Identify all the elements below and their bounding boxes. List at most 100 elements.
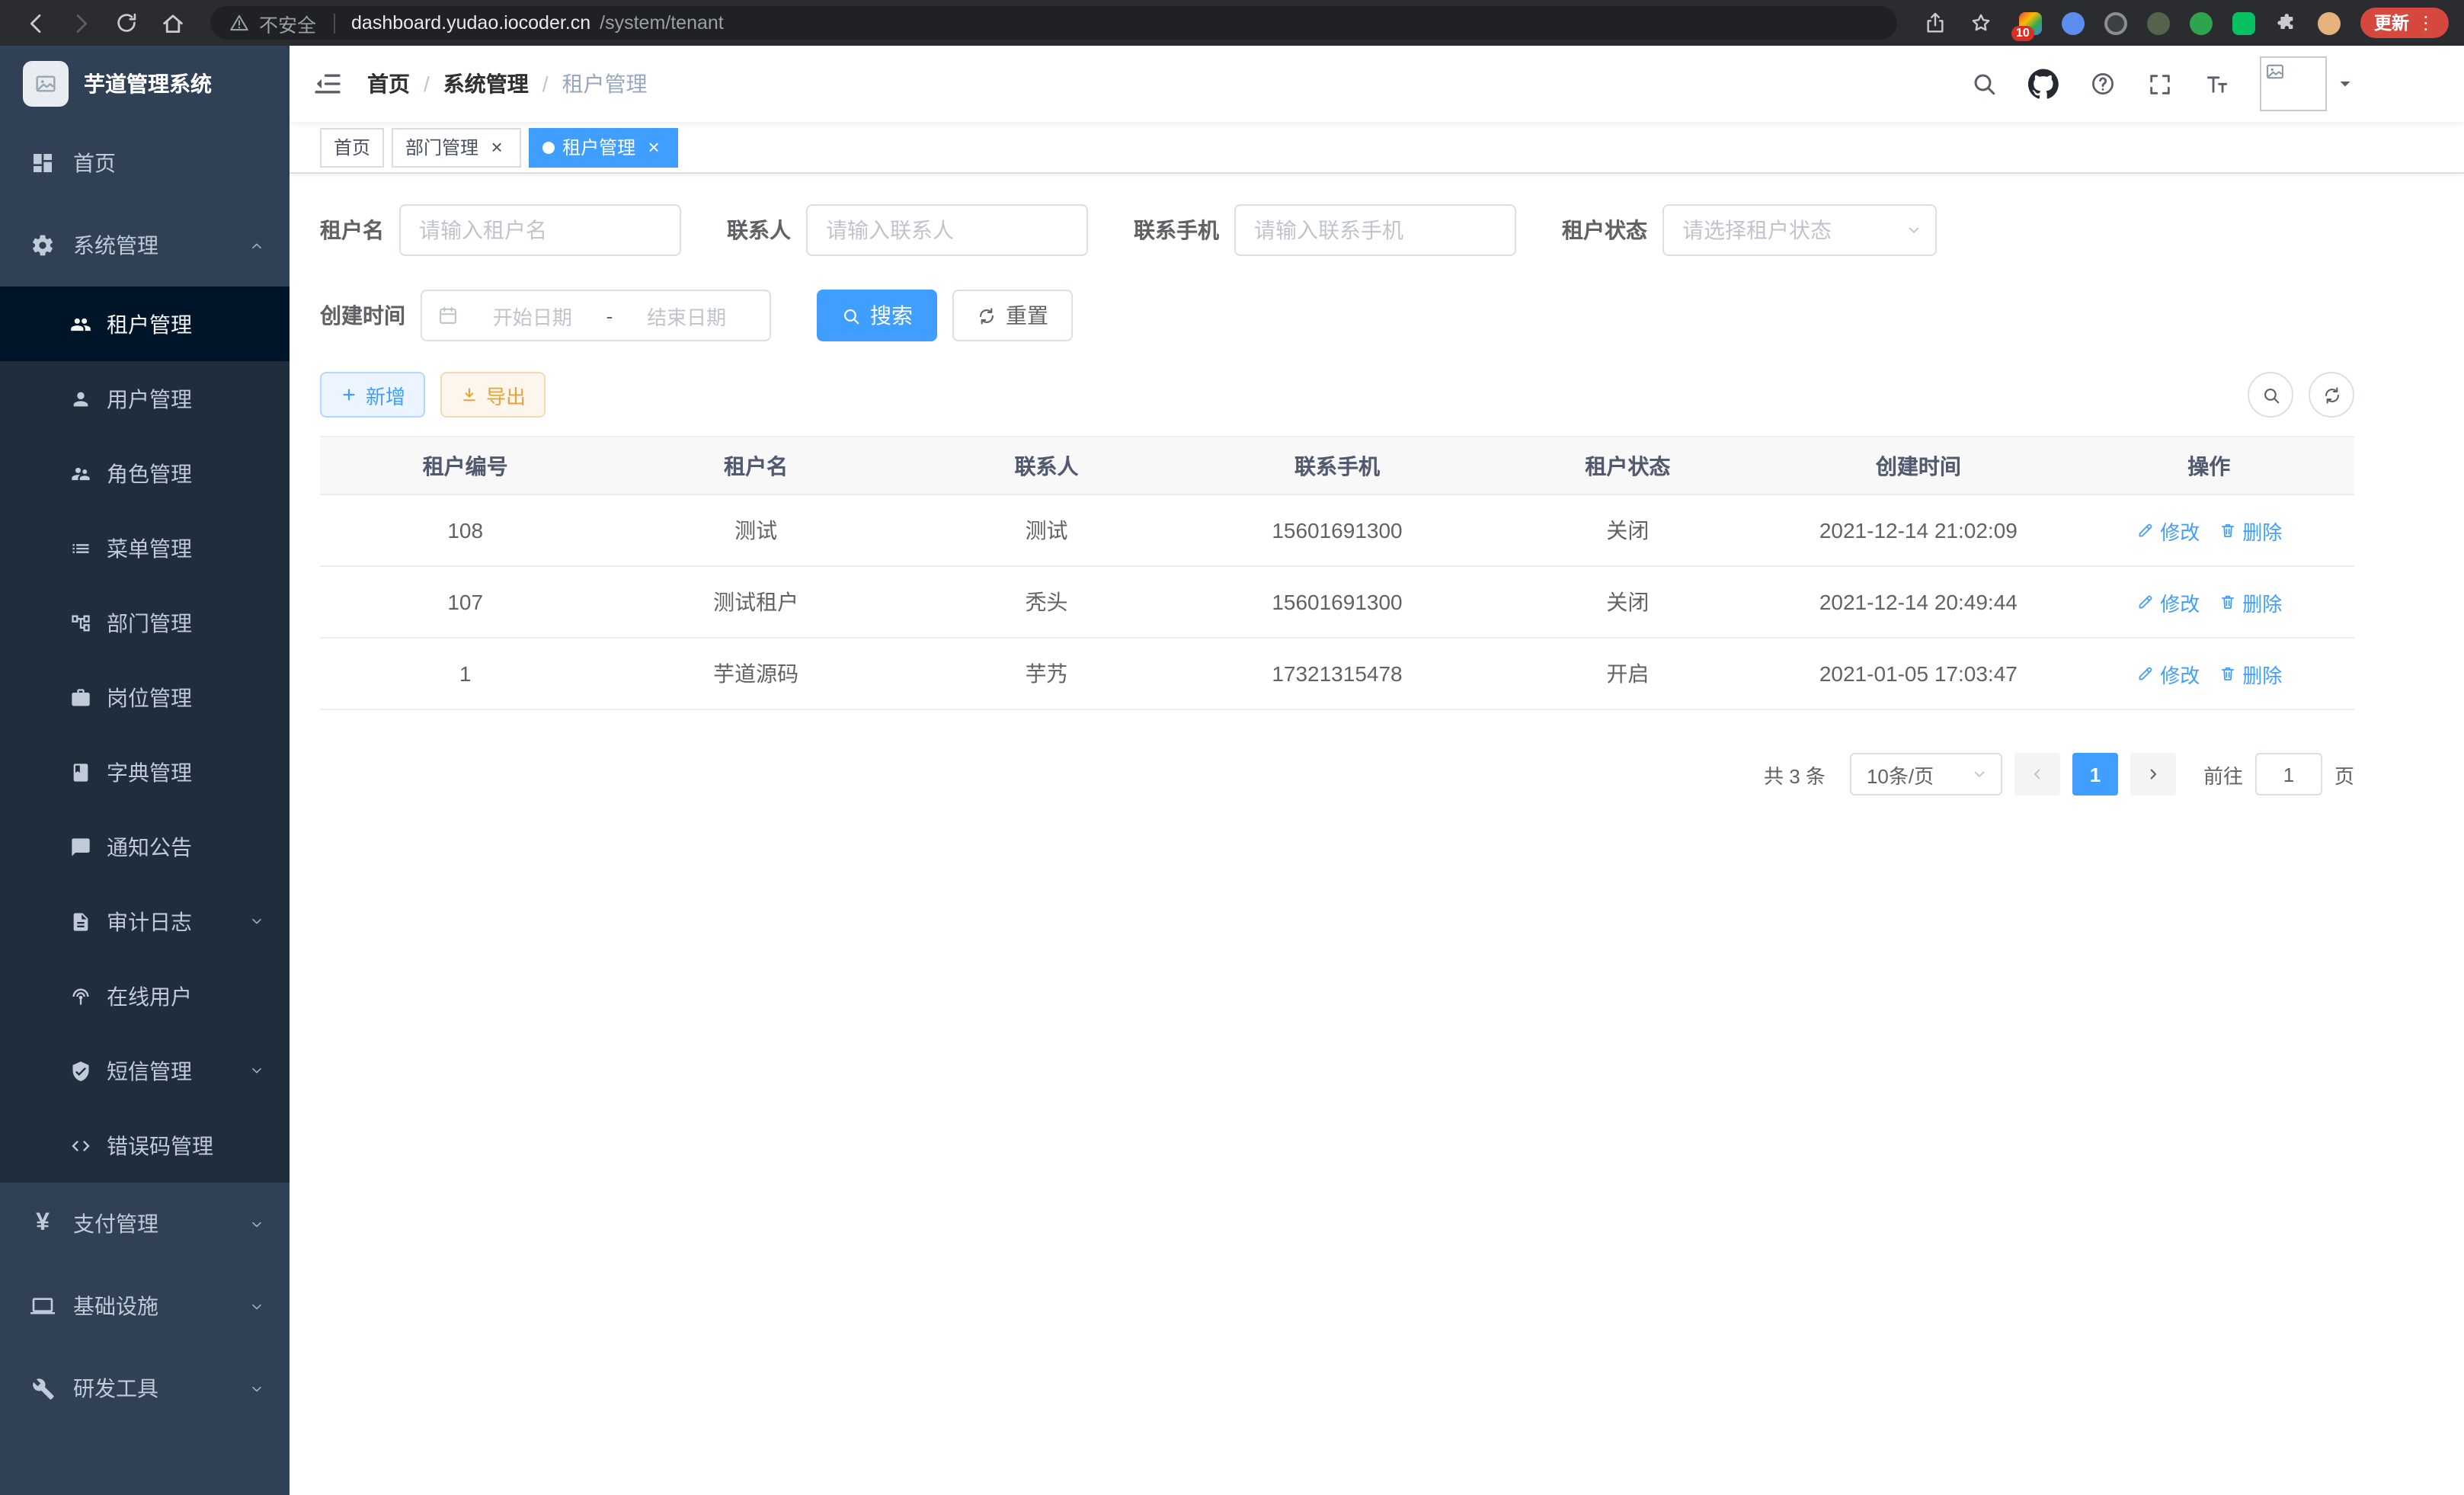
sidebar-item-error-code[interactable]: 错误码管理 [0, 1108, 290, 1183]
sidebar-item-system[interactable]: 系统管理 [0, 204, 290, 287]
share-button[interactable] [1915, 5, 1955, 41]
date-range-picker[interactable]: 开始日期 - 结束日期 [421, 290, 771, 341]
tenant-created: 2021-12-14 20:49:44 [1773, 567, 2063, 637]
profile-avatar-icon[interactable] [2315, 9, 2342, 37]
delete-link[interactable]: 删除 [2218, 587, 2282, 616]
sidebar-item-role[interactable]: 角色管理 [0, 436, 290, 511]
help-icon[interactable] [2089, 70, 2117, 98]
delete-link[interactable]: 删除 [2218, 516, 2282, 545]
extension-olive-icon[interactable] [2144, 9, 2171, 37]
app-logo[interactable]: 芋道管理系统 [0, 46, 290, 122]
trash-icon [2218, 593, 2236, 611]
tenant-contact: 测试 [901, 495, 1192, 565]
book-icon [70, 761, 91, 783]
sidebar-item-payment[interactable]: ¥ 支付管理 [0, 1183, 290, 1265]
sidebar-item-label: 字典管理 [107, 757, 192, 787]
edit-link[interactable]: 修改 [2136, 516, 2200, 545]
page-size-select[interactable]: 10条/页 [1850, 753, 2002, 796]
sidebar-item-label: 研发工具 [73, 1373, 158, 1404]
sidebar-item-online-users[interactable]: 在线用户 [0, 959, 290, 1033]
breadcrumb-home[interactable]: 首页 [367, 69, 410, 99]
sidebar-item-sms[interactable]: 短信管理 [0, 1033, 290, 1108]
logo-image [23, 61, 69, 107]
sidebar-item-user[interactable]: 用户管理 [0, 361, 290, 436]
browser-toolbar: 不安全 dashboard.yudao.iocoder.cn/system/te… [0, 0, 2464, 46]
back-button[interactable] [15, 5, 55, 41]
sidebar-item-infra[interactable]: 基础设施 [0, 1265, 290, 1347]
table-header-row: 租户编号 租户名 联系人 联系手机 租户状态 创建时间 操作 [320, 437, 2354, 495]
sidebar-item-menu[interactable]: 菜单管理 [0, 511, 290, 585]
extension-blue-icon[interactable] [2059, 9, 2086, 37]
tenant-name: 测试 [610, 495, 901, 565]
tenant-status: 开启 [1483, 639, 1773, 709]
header-search-icon[interactable] [1970, 70, 1998, 98]
sidebar-item-dict[interactable]: 字典管理 [0, 735, 290, 809]
sidebar-item-audit-log[interactable]: 审计日志 [0, 884, 290, 959]
next-page-button[interactable] [2130, 753, 2176, 796]
row-actions: 修改 删除 [2064, 567, 2354, 637]
mobile-input[interactable] [1234, 204, 1516, 256]
sidebar-item-tenant[interactable]: 租户管理 [0, 287, 290, 361]
user-avatar-dropdown[interactable] [2260, 56, 2354, 111]
row-actions: 修改 删除 [2064, 495, 2354, 565]
select-placeholder: 请选择租户状态 [1682, 215, 1832, 245]
tags-view: 首页 部门管理 × 租户管理 × [290, 122, 2464, 174]
font-size-icon[interactable] [2203, 71, 2229, 97]
edit-label: 修改 [2160, 659, 2200, 688]
kebab-menu-icon: ⋮ [2417, 12, 2435, 34]
close-icon[interactable]: × [486, 136, 507, 158]
dashboard-icon [30, 151, 55, 175]
refresh-table-button[interactable] [2309, 372, 2354, 418]
sidebar-item-post[interactable]: 岗位管理 [0, 660, 290, 735]
sidebar-item-dept[interactable]: 部门管理 [0, 585, 290, 660]
add-button[interactable]: 新增 [320, 372, 425, 418]
tag-dept[interactable]: 部门管理 × [392, 127, 521, 167]
prev-page-button[interactable] [2014, 753, 2060, 796]
close-icon[interactable]: × [643, 136, 664, 158]
breadcrumb-separator: / [424, 72, 430, 96]
delete-link[interactable]: 删除 [2218, 659, 2282, 688]
home-button[interactable] [152, 5, 192, 41]
edit-link[interactable]: 修改 [2136, 587, 2200, 616]
reload-button[interactable] [107, 5, 146, 41]
address-bar[interactable]: 不安全 dashboard.yudao.iocoder.cn/system/te… [210, 6, 1897, 40]
sidebar-item-home[interactable]: 首页 [0, 122, 290, 204]
tenant-name: 测试租户 [610, 567, 901, 637]
tenant-id: 108 [320, 495, 610, 565]
chevron-down-icon [248, 1298, 265, 1314]
edit-label: 修改 [2160, 587, 2200, 616]
forward-button[interactable] [61, 5, 101, 41]
update-button[interactable]: 更新 ⋮ [2360, 8, 2449, 38]
github-icon[interactable] [2028, 69, 2059, 99]
extension-colorful-icon[interactable]: 10 [2016, 9, 2043, 37]
extension-wechat-icon[interactable] [2229, 9, 2257, 37]
toolbar-right [2248, 372, 2354, 418]
tag-home[interactable]: 首页 [320, 127, 384, 167]
column-header: 操作 [2064, 437, 2354, 494]
sidebar-item-notice[interactable]: 通知公告 [0, 809, 290, 884]
fullscreen-icon[interactable] [2147, 71, 2173, 97]
page-number-button[interactable]: 1 [2072, 753, 2118, 796]
breadcrumb-system[interactable]: 系统管理 [443, 69, 529, 99]
show-search-toggle-button[interactable] [2248, 372, 2293, 418]
reset-button[interactable]: 重置 [952, 290, 1073, 341]
sidebar-collapse-icon[interactable] [312, 69, 343, 99]
edit-link[interactable]: 修改 [2136, 659, 2200, 688]
bookmark-star-button[interactable] [1961, 5, 2001, 41]
tag-label: 部门管理 [405, 134, 478, 160]
goto-page-input[interactable] [2255, 753, 2322, 796]
sidebar-item-dev-tools[interactable]: 研发工具 [0, 1347, 290, 1429]
tag-tenant[interactable]: 租户管理 × [529, 127, 678, 167]
column-header: 租户状态 [1483, 437, 1773, 494]
breadcrumb: 首页 / 系统管理 / 租户管理 [367, 69, 648, 99]
search-button[interactable]: 搜索 [817, 290, 937, 341]
extension-green-icon[interactable] [2187, 9, 2214, 37]
table-row: 107 测试租户 秃头 15601691300 关闭 2021-12-14 20… [320, 567, 2354, 639]
status-select[interactable]: 请选择租户状态 [1662, 204, 1937, 256]
extensions-puzzle-icon[interactable] [2272, 9, 2299, 37]
contact-input[interactable] [806, 204, 1088, 256]
export-button[interactable]: 导出 [440, 372, 546, 418]
extension-dark-icon[interactable] [2101, 9, 2129, 37]
sidebar-item-label: 首页 [73, 148, 116, 178]
tenant-name-input[interactable] [399, 204, 681, 256]
